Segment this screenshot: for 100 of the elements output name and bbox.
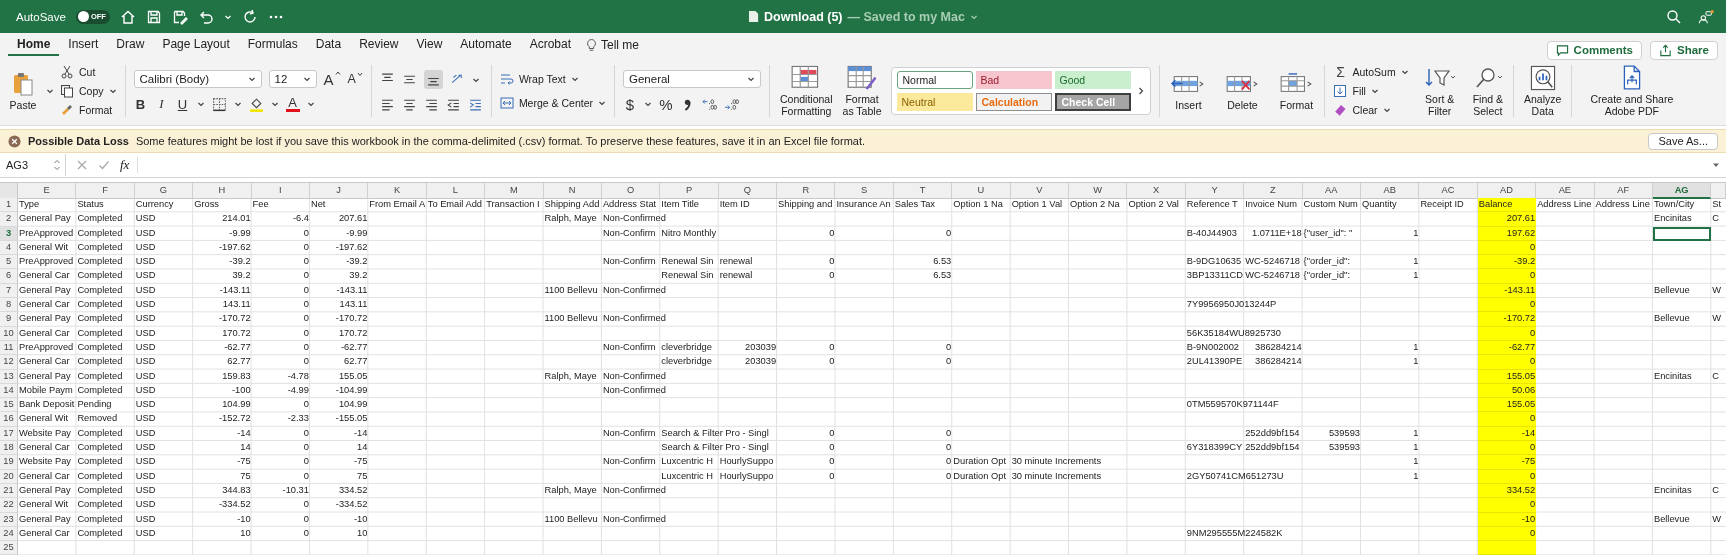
merge-center-button[interactable]: Merge & Center — [499, 95, 606, 111]
clear-button[interactable]: Clear — [1333, 102, 1409, 118]
row-header[interactable]: 19 — [0, 455, 18, 470]
row-header[interactable]: 1 — [0, 198, 18, 213]
autosum-button[interactable]: Σ AutoSum — [1333, 64, 1409, 80]
decrease-indent-icon[interactable] — [445, 97, 461, 112]
row-header[interactable]: 6 — [0, 269, 18, 284]
column-header[interactable]: L — [426, 183, 486, 199]
column-header[interactable]: N — [543, 183, 602, 199]
caret-icon[interactable] — [46, 87, 54, 95]
ribbon-tab[interactable]: Review — [350, 34, 408, 56]
row-header[interactable]: 12 — [0, 355, 18, 370]
ribbon-tab[interactable]: Draw — [107, 34, 154, 56]
column-header[interactable]: AE — [1536, 183, 1595, 199]
caret-icon[interactable] — [233, 100, 242, 108]
format-cells-button[interactable]: Format — [1276, 70, 1317, 112]
column-header[interactable]: X — [1127, 183, 1186, 199]
copy-button[interactable]: Copy — [60, 83, 117, 99]
column-header[interactable]: E — [18, 183, 77, 199]
comments-button[interactable]: Comments — [1546, 40, 1643, 60]
people-icon[interactable] — [1698, 8, 1714, 25]
format-as-table-button[interactable]: Format as Table — [840, 64, 884, 118]
align-center-icon[interactable] — [401, 97, 417, 112]
column-header[interactable]: Y — [1185, 183, 1245, 199]
column-header[interactable]: S — [835, 183, 894, 199]
save-as-icon[interactable] — [171, 8, 188, 25]
row-header[interactable]: 25 — [0, 541, 18, 556]
paste-button[interactable]: Paste — [6, 70, 40, 112]
sort-filter-button[interactable]: Sort & Filter — [1422, 64, 1457, 118]
conditional-formatting-button[interactable]: Conditional Formatting — [778, 64, 835, 118]
fill-color-icon[interactable] — [248, 96, 264, 112]
chevron-right-icon[interactable] — [1137, 86, 1146, 96]
column-header[interactable]: AB — [1361, 183, 1420, 199]
column-header[interactable]: T — [893, 183, 953, 199]
find-select-button[interactable]: Find & Select — [1470, 64, 1506, 118]
column-header[interactable]: W — [1069, 183, 1128, 199]
ribbon-tab[interactable]: Automate — [451, 34, 521, 56]
percent-button[interactable]: % — [659, 95, 673, 113]
ribbon-tab[interactable]: Acrobat — [520, 34, 581, 56]
bold-button[interactable]: B — [133, 96, 148, 112]
number-format-dropdown[interactable]: General — [623, 69, 761, 88]
row-header[interactable]: 18 — [0, 441, 18, 456]
row-header[interactable]: 15 — [0, 398, 18, 413]
caret-icon[interactable] — [1712, 161, 1720, 169]
share-button[interactable]: Share — [1650, 40, 1718, 60]
home-icon[interactable] — [119, 8, 136, 25]
column-header[interactable]: H — [193, 183, 252, 199]
delete-cells-button[interactable]: Delete — [1222, 70, 1263, 112]
cell-style-option[interactable]: Normal — [897, 71, 974, 89]
ribbon-tab[interactable]: View — [407, 34, 452, 56]
increase-indent-icon[interactable] — [467, 97, 483, 112]
column-header[interactable]: I — [251, 183, 310, 199]
font-size-dropdown[interactable]: 12 — [268, 70, 317, 88]
italic-button[interactable]: I — [154, 96, 169, 112]
increase-font-size-button[interactable]: A — [323, 70, 341, 88]
row-header[interactable]: 9 — [0, 312, 18, 327]
format-painter-button[interactable]: Format — [60, 102, 117, 118]
column-header[interactable]: AD — [1477, 183, 1537, 199]
caret-icon[interactable] — [196, 100, 205, 108]
cell-style-option[interactable]: Neutral — [897, 93, 974, 111]
fill-button[interactable]: Fill — [1333, 83, 1409, 99]
align-right-icon[interactable] — [423, 97, 439, 112]
wrap-text-button[interactable]: Wrap Text — [499, 71, 579, 87]
insert-function-button[interactable]: fx — [120, 157, 139, 173]
row-header[interactable]: 22 — [0, 498, 18, 513]
caret-icon[interactable] — [306, 100, 315, 108]
column-header[interactable]: O — [601, 183, 661, 199]
column-header[interactable]: Z — [1244, 183, 1303, 199]
insert-cells-button[interactable]: Insert — [1168, 70, 1209, 112]
column-header[interactable]: AA — [1302, 183, 1361, 199]
selected-cell[interactable] — [1652, 226, 1712, 241]
caret-icon[interactable] — [270, 100, 279, 108]
analyze-data-button[interactable]: Analyze Data — [1522, 64, 1564, 118]
adobe-pdf-button[interactable]: Create and Share Adobe PDF — [1580, 64, 1684, 118]
column-header[interactable]: G — [134, 183, 194, 199]
column-header[interactable]: AC — [1419, 183, 1478, 199]
column-header[interactable]: M — [485, 183, 544, 199]
search-icon[interactable] — [1666, 8, 1682, 25]
column-header[interactable]: R — [777, 183, 836, 199]
decrease-decimal-icon[interactable] — [724, 96, 739, 112]
font-name-dropdown[interactable]: Calibri (Body) — [133, 70, 262, 88]
decrease-font-size-button[interactable]: A — [347, 72, 363, 86]
tell-me-field[interactable]: Tell me — [601, 38, 640, 52]
save-as-button[interactable]: Save As... — [1648, 132, 1718, 150]
cut-button[interactable]: Cut — [60, 64, 117, 80]
ribbon-tab[interactable]: Insert — [59, 34, 108, 56]
column-header[interactable]: AF — [1594, 183, 1653, 199]
column-header[interactable]: U — [952, 183, 1011, 199]
column-header[interactable]: P — [660, 183, 719, 199]
font-color-button[interactable]: A — [285, 96, 300, 112]
save-icon[interactable] — [145, 8, 162, 25]
borders-icon[interactable] — [211, 96, 227, 112]
ribbon-tab[interactable]: Formulas — [238, 34, 307, 56]
column-header[interactable]: AG — [1652, 183, 1712, 199]
row-header[interactable]: 2 — [0, 212, 18, 227]
column-header[interactable]: F — [76, 183, 135, 199]
row-header[interactable]: 8 — [0, 298, 18, 313]
cell-style-option[interactable]: Bad — [976, 71, 1053, 89]
ribbon-tab[interactable]: Data — [306, 34, 351, 56]
increase-decimal-icon[interactable] — [702, 96, 717, 112]
